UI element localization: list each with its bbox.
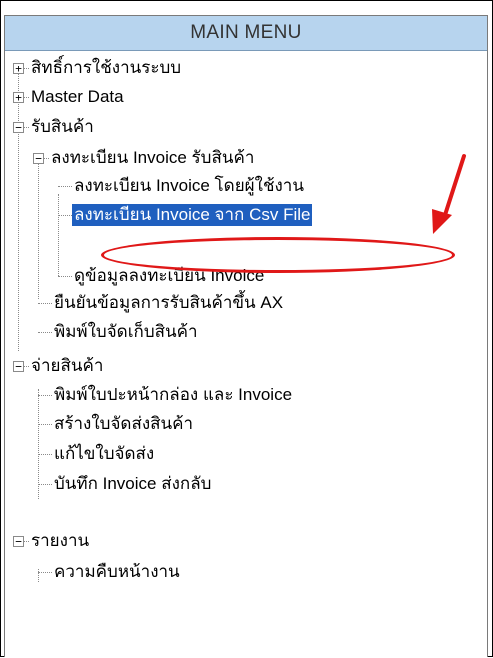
tree-item-receive-goods[interactable]: รับสินค้า [29, 116, 96, 138]
tree-item-print-box-cover-invoice[interactable]: พิมพ์ใบปะหน้ากล่อง และ Invoice [52, 384, 294, 406]
tree-item-record-return-invoice[interactable]: บันทึก Invoice ส่งกลับ [52, 473, 213, 495]
window-frame: MAIN MENU + สิทธิ์การใช้งานระบบ + Master… [0, 0, 493, 657]
tree-connector [18, 69, 19, 351]
tree-item-work-progress[interactable]: ความคืบหน้างาน [52, 561, 182, 583]
tree-item-edit-delivery-note[interactable]: แก้ไขใบจัดส่ง [52, 443, 156, 465]
main-menu-header: MAIN MENU [5, 16, 487, 51]
tree-connector [38, 389, 39, 499]
collapse-icon[interactable]: − [13, 122, 24, 133]
tree-item-master-data[interactable]: Master Data [29, 86, 126, 108]
tree-item-register-invoice-from-csv[interactable]: ลงทะเบียน Invoice จาก Csv File [72, 204, 313, 226]
main-menu-title: MAIN MENU [190, 22, 302, 43]
tree-item-reports[interactable]: รายงาน [29, 530, 91, 552]
tree-connector [38, 569, 39, 582]
tree-item-register-invoice-receive[interactable]: ลงทะเบียน Invoice รับสินค้า [49, 147, 256, 169]
collapse-icon[interactable]: − [13, 361, 24, 372]
tree-connector [38, 163, 39, 299]
collapse-icon[interactable]: − [13, 536, 24, 547]
tree-item-permissions[interactable]: สิทธิ์การใช้งานระบบ [29, 57, 183, 79]
expand-icon[interactable]: + [13, 92, 24, 103]
tree-item-print-storage-slip[interactable]: พิมพ์ใบจัดเก็บสินค้า [52, 321, 200, 343]
tree-item-create-delivery-note[interactable]: สร้างใบจัดส่งสินค้า [52, 413, 195, 435]
menu-tree: + สิทธิ์การใช้งานระบบ + Master Data − รั… [5, 51, 487, 657]
tree-item-dispatch-goods[interactable]: จ่ายสินค้า [29, 355, 105, 377]
tree-item-confirm-receive-ax[interactable]: ยืนยันข้อมูลการรับสินค้าขึ้น AX [52, 292, 285, 314]
main-menu-panel: MAIN MENU + สิทธิ์การใช้งานระบบ + Master… [4, 15, 488, 657]
collapse-icon[interactable]: − [33, 153, 44, 164]
tree-item-register-invoice-by-user[interactable]: ลงทะเบียน Invoice โดยผู้ใช้งาน [72, 175, 306, 197]
expand-icon[interactable]: + [13, 63, 24, 74]
tree-connector [58, 194, 59, 276]
tree-item-view-invoice-registration[interactable]: ดูข้อมูลลงทะเบียน Invoice [72, 265, 266, 287]
